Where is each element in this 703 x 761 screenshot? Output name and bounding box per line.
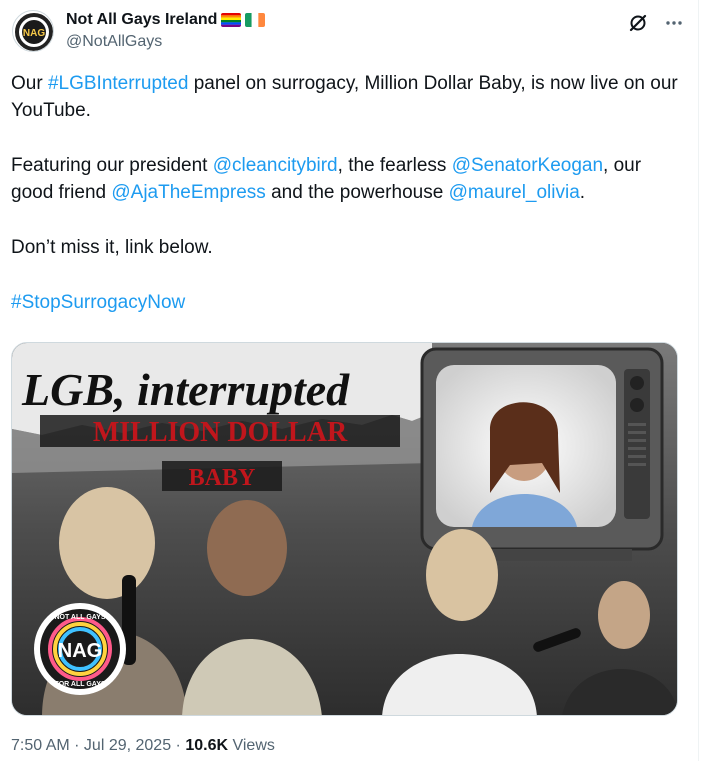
media-title: LGB, interrupted xyxy=(21,364,350,415)
media-subtitle: MILLION DOLLAR xyxy=(93,417,348,448)
hashtag-link[interactable]: #StopSurrogacyNow xyxy=(11,292,185,313)
avatar[interactable]: NAG xyxy=(12,10,54,52)
timestamp[interactable]: 7:50 AM · Jul 29, 2025 · xyxy=(11,737,185,754)
tweet-header: NAG Not All Gays Ireland @NotAllGays xyxy=(12,8,691,58)
logo-top-text: NOT ALL GAYS xyxy=(54,614,105,621)
ireland-flag-icon xyxy=(245,13,266,27)
mention-link[interactable]: @cleancitybird xyxy=(213,155,338,176)
text-span: , the fearless xyxy=(337,155,452,176)
mention-link[interactable]: @AjaTheEmpress xyxy=(111,182,265,203)
paragraph-3: Don’t miss it, link below. xyxy=(11,237,213,258)
media-subtitle-2: BABY xyxy=(189,465,256,491)
logo-center-text: NAG xyxy=(58,640,102,662)
paragraph-2: Featuring our president @cleancitybird, … xyxy=(11,152,681,206)
text-span: and the powerhouse xyxy=(265,182,449,203)
rainbow-flag-icon xyxy=(221,13,242,27)
text-span: . xyxy=(579,182,586,203)
paragraph-4: #StopSurrogacyNow xyxy=(11,289,681,316)
text-span: Our xyxy=(11,73,48,94)
more-icon[interactable] xyxy=(663,12,685,34)
views-label: Views xyxy=(228,737,275,754)
logo-bottom-text: FOR ALL GAYS xyxy=(54,681,105,688)
display-name[interactable]: Not All Gays Ireland xyxy=(66,10,217,30)
handle[interactable]: @NotAllGays xyxy=(66,32,265,52)
nag-logo: NAG NOT ALL GAYS FOR ALL GAYS xyxy=(34,603,126,695)
hashtag-link[interactable]: #LGBInterrupted xyxy=(48,73,188,94)
right-border xyxy=(698,0,699,761)
views-count: 10.6K xyxy=(185,737,229,754)
grok-icon[interactable] xyxy=(627,12,649,34)
text-span: Featuring our president xyxy=(11,155,213,176)
mention-link[interactable]: @maurel_olivia xyxy=(449,182,580,203)
avatar-text: NAG xyxy=(23,28,45,39)
tweet-text: Our #LGBInterrupted panel on surrogacy, … xyxy=(11,70,681,344)
mention-link[interactable]: @SenatorKeogan xyxy=(452,155,603,176)
tweet-meta: 7:50 AM · Jul 29, 2025 · 10.6K Views xyxy=(11,736,275,756)
paragraph-1: Our #LGBInterrupted panel on surrogacy, … xyxy=(11,70,681,124)
media-image[interactable]: LGB, interrupted MILLION DOLLAR BABY NAG… xyxy=(11,342,678,716)
